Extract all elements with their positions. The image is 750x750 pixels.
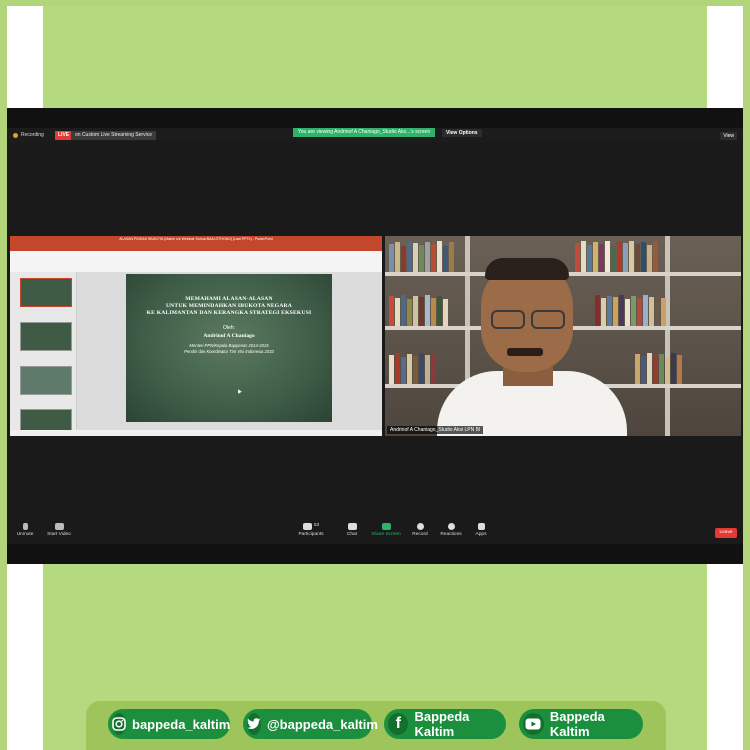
reactions-icon bbox=[447, 523, 455, 530]
social-label: Bappeda Kaltim bbox=[549, 709, 605, 739]
books bbox=[575, 240, 659, 272]
share-screen-icon bbox=[381, 523, 391, 530]
participants-icon bbox=[302, 523, 312, 530]
participants-button[interactable]: 53 Participants bbox=[293, 523, 329, 537]
slide-thumbnail[interactable] bbox=[20, 322, 72, 351]
slide-thumbnail[interactable] bbox=[20, 409, 72, 431]
start-video-label: Start Video bbox=[47, 532, 71, 537]
apps-label: Apps bbox=[475, 532, 487, 537]
record-icon bbox=[416, 523, 424, 530]
recording-label: Recording bbox=[21, 132, 44, 138]
shared-screen-powerpoint: ALASAN PINDAH IBUKOTA (Materi u/k Webina… bbox=[10, 236, 382, 436]
slide-role-2: Pendiri dan Koordinator Tim Visi Indones… bbox=[184, 349, 274, 354]
chat-button[interactable]: Chat bbox=[334, 523, 370, 537]
share-screen-label: Share Screen bbox=[371, 532, 401, 537]
current-slide: MEMAHAMI ALASAN-ALASAN UNTUK MEMINDAHKAN… bbox=[126, 274, 332, 422]
glasses-lens bbox=[491, 310, 525, 329]
social-pill-youtube[interactable]: Bappeda Kaltim bbox=[519, 709, 643, 739]
slide-heading-line: KE KALIMANTAN DAN KERANGKA STRATEGI EKSE… bbox=[146, 310, 312, 316]
stream-target-dropdown[interactable]: on Custom Live Streaming Service bbox=[71, 131, 156, 140]
chat-label: Chat bbox=[346, 532, 358, 537]
video-camera-off-icon bbox=[54, 523, 64, 530]
ppt-title-bar: ALASAN PINDAH IBUKOTA (Materi u/k Webina… bbox=[10, 236, 382, 243]
live-badge: LIVE bbox=[55, 131, 73, 140]
person-hair bbox=[485, 258, 569, 280]
social-label: Bappeda Kaltim bbox=[414, 709, 470, 739]
slide-thumbnail-panel bbox=[10, 272, 77, 431]
zoom-top-area bbox=[7, 108, 743, 128]
chat-icon bbox=[347, 523, 357, 530]
youtube-icon bbox=[523, 713, 544, 735]
slide-canvas: MEMAHAMI ALASAN-ALASAN UNTUK MEMINDAHKAN… bbox=[77, 272, 382, 430]
books bbox=[389, 240, 455, 272]
unmute-button[interactable]: Unmute bbox=[7, 523, 43, 537]
social-pill-instagram[interactable]: bappeda_kaltim bbox=[108, 709, 230, 739]
unmute-label: Unmute bbox=[16, 532, 34, 537]
reactions-label: Reactions bbox=[440, 532, 462, 537]
apps-button[interactable]: Apps bbox=[463, 523, 499, 537]
social-label: @bappeda_kaltim bbox=[267, 716, 378, 732]
glasses-lens bbox=[531, 310, 565, 329]
frame-right bbox=[743, 0, 750, 750]
slide-heading-line: UNTUK MEMINDAHKAN IBUKOTA NEGARA bbox=[165, 303, 293, 309]
viewing-banner: You are viewing Andrinof A Chaniago_Stud… bbox=[293, 128, 435, 137]
books bbox=[389, 352, 437, 384]
glasses-icon bbox=[489, 310, 565, 329]
apps-icon bbox=[477, 523, 485, 530]
share-screen-button[interactable]: Share Screen bbox=[368, 523, 404, 537]
social-media-bar: bappeda_kaltim @bappeda_kaltim f Bappeda… bbox=[86, 701, 666, 750]
participant-name-label: Andrinof A Chaniago_Studio Aksi LPN BI bbox=[387, 426, 484, 434]
twitter-icon bbox=[247, 713, 261, 735]
social-pill-twitter[interactable]: @bappeda_kaltim bbox=[243, 709, 378, 739]
social-label: bappeda_kaltim bbox=[132, 716, 231, 732]
zoom-window: Recording LIVE on Custom Live Streaming … bbox=[7, 108, 743, 564]
ppt-ribbon bbox=[10, 251, 382, 273]
record-label: Record bbox=[412, 532, 428, 537]
ppt-menu-bar: File Home Insert Design Transitions Anim… bbox=[10, 243, 382, 257]
person-mouth bbox=[507, 348, 543, 356]
facebook-icon: f bbox=[388, 713, 409, 735]
slide-thumbnail[interactable] bbox=[20, 366, 72, 395]
books bbox=[595, 294, 667, 326]
books bbox=[635, 352, 683, 384]
microphone-muted-icon bbox=[22, 523, 28, 530]
zoom-toolbar: Unmute Start Video 53 Participants Chat … bbox=[7, 520, 743, 544]
view-options-button[interactable]: View Options bbox=[442, 129, 482, 137]
view-button[interactable]: View bbox=[720, 132, 737, 140]
participant-video: Andrinof A Chaniago_Studio Aksi LPN BI bbox=[385, 236, 741, 436]
slide-heading-line: MEMAHAMI ALASAN-ALASAN bbox=[185, 296, 273, 302]
recording-icon bbox=[13, 132, 18, 138]
instagram-icon bbox=[112, 713, 126, 735]
frame-left bbox=[0, 0, 7, 750]
slide-thumbnail[interactable] bbox=[20, 278, 72, 307]
participants-label: Participants bbox=[298, 532, 324, 537]
start-video-button[interactable]: Start Video bbox=[41, 523, 77, 537]
slide-by-label: Oleh: bbox=[223, 325, 235, 331]
zoom-bottom-area bbox=[7, 544, 743, 564]
participant-count: 53 bbox=[313, 523, 320, 528]
social-pill-facebook[interactable]: f Bappeda Kaltim bbox=[384, 709, 506, 739]
books bbox=[389, 294, 449, 326]
bookshelf-post bbox=[665, 236, 670, 436]
ppt-status-bar bbox=[10, 430, 382, 436]
slide-author: Andrinof A Chaniago bbox=[203, 333, 255, 339]
recording-indicator[interactable]: Recording bbox=[13, 132, 44, 138]
leave-button[interactable]: Leave bbox=[715, 528, 737, 538]
